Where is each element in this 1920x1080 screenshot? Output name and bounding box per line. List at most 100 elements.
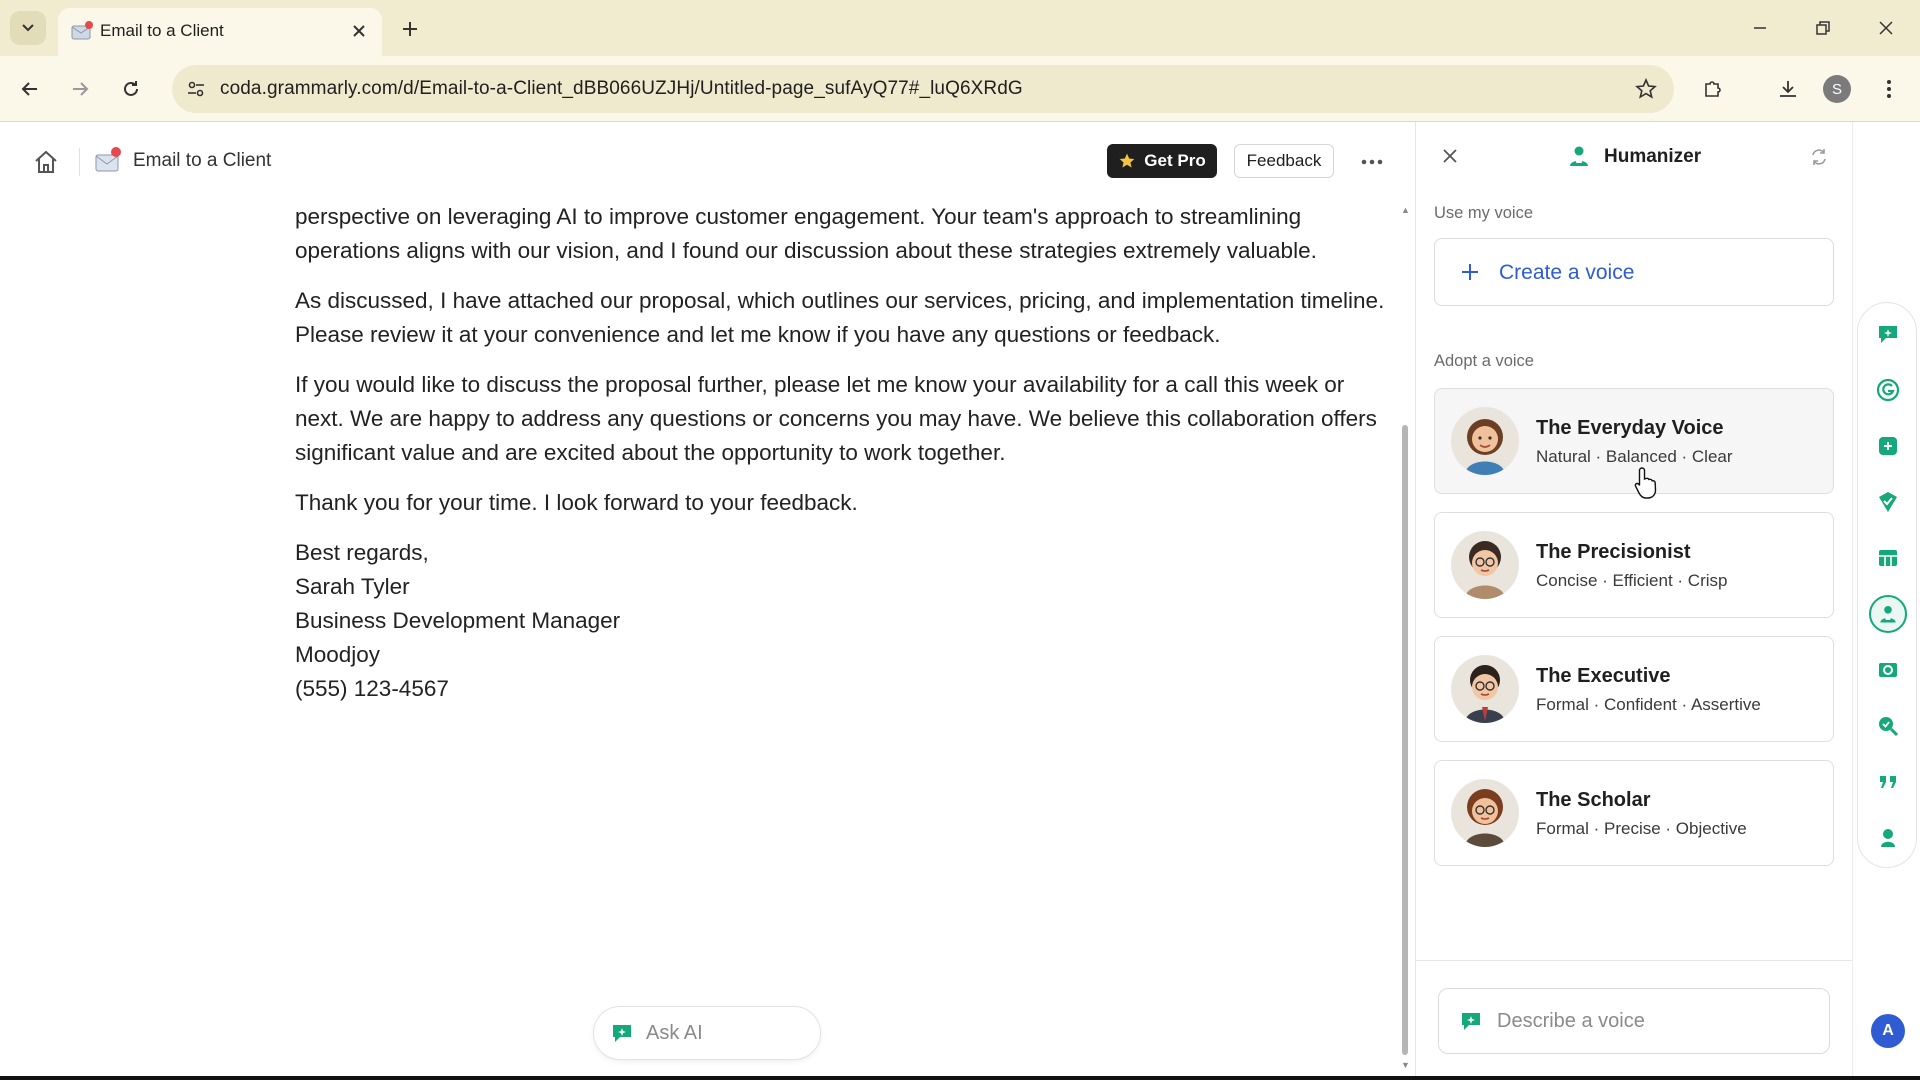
plus-icon <box>1457 259 1483 285</box>
table-icon <box>1879 550 1897 566</box>
refresh-button[interactable] <box>1806 144 1832 170</box>
rail-grammarly-button[interactable] <box>1869 371 1907 409</box>
star-icon <box>1119 153 1135 168</box>
url-text: coda.grammarly.com/d/Email-to-a-Client_d… <box>220 78 1023 99</box>
paragraph[interactable]: perspective on leveraging AI to improve … <box>295 200 1385 268</box>
rail-scan-button[interactable] <box>1869 651 1907 689</box>
downloads-button[interactable] <box>1770 71 1806 107</box>
account-avatar-button[interactable]: A <box>1871 1014 1905 1048</box>
browser-tab-active[interactable]: Email to a Client <box>58 8 382 56</box>
voice-name: The Precisionist <box>1536 541 1691 563</box>
voice-tags: Formal · Precise · Objective <box>1536 819 1747 838</box>
site-info-button[interactable] <box>182 75 210 103</box>
feedback-button[interactable]: Feedback <box>1234 144 1334 178</box>
get-pro-button[interactable]: Get Pro <box>1107 144 1217 178</box>
browser-menu-button[interactable] <box>1871 71 1907 107</box>
chevron-down-icon <box>22 24 34 32</box>
back-button[interactable] <box>12 71 48 107</box>
minimize-icon <box>1754 27 1766 29</box>
close-icon <box>1443 149 1457 163</box>
grammarly-side-rail: A <box>1852 122 1920 1080</box>
voice-tags: Natural · Balanced · Clear <box>1536 447 1733 466</box>
avatar <box>1451 531 1519 599</box>
rail-tool-group <box>1857 302 1917 868</box>
address-bar[interactable]: coda.grammarly.com/d/Email-to-a-Client_d… <box>172 65 1674 113</box>
signature-line[interactable]: (555) 123-4567 <box>295 672 1385 706</box>
home-icon[interactable] <box>32 148 60 176</box>
rail-quote-button[interactable] <box>1869 763 1907 801</box>
scan-icon <box>1879 663 1897 677</box>
create-voice-button[interactable]: Create a voice <box>1434 238 1834 306</box>
signature-line[interactable]: Sarah Tyler <box>295 570 1385 604</box>
hand-pointer-icon <box>1634 467 1657 499</box>
doc-title[interactable]: Email to a Client <box>133 150 271 172</box>
voice-name: The Everyday Voice <box>1536 417 1724 439</box>
tab-search-button[interactable] <box>10 11 46 45</box>
humanizer-icon <box>1880 605 1896 623</box>
paragraph[interactable]: Thank you for your time. I look forward … <box>295 486 1385 520</box>
humanizer-icon <box>1570 146 1588 166</box>
paragraph[interactable]: As discussed, I have attached our propos… <box>295 284 1385 352</box>
star-outline-icon <box>1635 78 1657 99</box>
search-check-icon <box>1879 717 1899 737</box>
arrow-left-icon <box>21 82 37 96</box>
panel-divider <box>1416 960 1853 961</box>
more-options-button[interactable] <box>1355 148 1389 176</box>
restore-window-button[interactable] <box>1803 10 1843 46</box>
create-voice-label: Create a voice <box>1499 261 1635 284</box>
rail-proofread-button[interactable] <box>1869 483 1907 521</box>
avatar <box>1451 407 1519 475</box>
close-icon <box>1879 21 1893 35</box>
ai-chat-icon <box>613 1025 631 1042</box>
signature-block: Best regards, Sarah Tyler Business Devel… <box>295 536 1385 706</box>
new-tab-button[interactable] <box>395 14 425 44</box>
avatar <box>1451 779 1519 847</box>
voice-name: The Scholar <box>1536 789 1651 811</box>
signature-line[interactable]: Best regards, <box>295 536 1385 570</box>
browser-tab-bar: Email to a Client <box>0 0 1920 56</box>
humanizer-panel: Humanizer Use my voice Create a voice Ad… <box>1415 122 1853 1080</box>
close-panel-button[interactable] <box>1438 144 1462 168</box>
reload-button[interactable] <box>113 71 149 107</box>
screen-bottom-edge <box>0 1076 1920 1080</box>
person-stamp-icon <box>1881 829 1895 847</box>
scrollbar-thumb[interactable] <box>1402 425 1408 1055</box>
rail-search-check-button[interactable] <box>1869 707 1907 745</box>
voice-card-scholar[interactable]: The Scholar Formal · Precise · Objective <box>1434 760 1834 866</box>
signature-line[interactable]: Moodjoy <box>295 638 1385 672</box>
minimize-window-button[interactable] <box>1740 10 1780 46</box>
doc-header: Email to a Client Get Pro Feedback <box>0 122 1415 200</box>
extensions-button[interactable] <box>1695 71 1731 107</box>
rail-chat-button[interactable] <box>1869 315 1907 353</box>
envelope-doc-icon <box>95 147 121 172</box>
more-horizontal-icon <box>1361 159 1383 165</box>
forward-button[interactable] <box>62 71 98 107</box>
describe-voice-input[interactable]: Describe a voice <box>1438 988 1830 1054</box>
use-my-voice-label: Use my voice <box>1434 204 1534 222</box>
tab-title: Email to a Client <box>100 21 224 40</box>
restore-icon <box>1816 21 1830 35</box>
profile-avatar-button[interactable]: S <box>1823 75 1851 103</box>
rail-expand-button[interactable] <box>1869 427 1907 465</box>
rail-table-button[interactable] <box>1869 539 1907 577</box>
document-scrollbar[interactable] <box>1402 225 1408 1055</box>
scroll-down-arrow[interactable]: ▼ <box>1401 1060 1410 1070</box>
voice-card-precisionist[interactable]: The Precisionist Concise · Efficient · C… <box>1434 512 1834 618</box>
signature-line[interactable]: Business Development Manager <box>295 604 1385 638</box>
scroll-up-arrow[interactable]: ▲ <box>1401 205 1410 215</box>
grammarly-g-icon <box>1876 378 1900 402</box>
voice-card-executive[interactable]: The Executive Formal · Confident · Asser… <box>1434 636 1834 742</box>
close-tab-button[interactable] <box>348 20 370 42</box>
paragraph[interactable]: If you would like to discuss the proposa… <box>295 368 1385 470</box>
bookmark-button[interactable] <box>1632 75 1660 103</box>
tune-icon <box>188 81 204 97</box>
envelope-favicon-icon <box>71 21 93 40</box>
check-shield-icon <box>1879 492 1897 512</box>
close-window-button[interactable] <box>1866 10 1906 46</box>
email-body[interactable]: perspective on leveraging AI to improve … <box>295 200 1385 706</box>
rail-humanizer-button[interactable] <box>1869 595 1907 633</box>
kebab-menu-icon <box>1887 80 1891 98</box>
ask-ai-button[interactable]: Ask AI <box>593 1006 821 1060</box>
rail-stamp-button[interactable] <box>1869 819 1907 857</box>
expand-icon <box>1879 437 1897 455</box>
